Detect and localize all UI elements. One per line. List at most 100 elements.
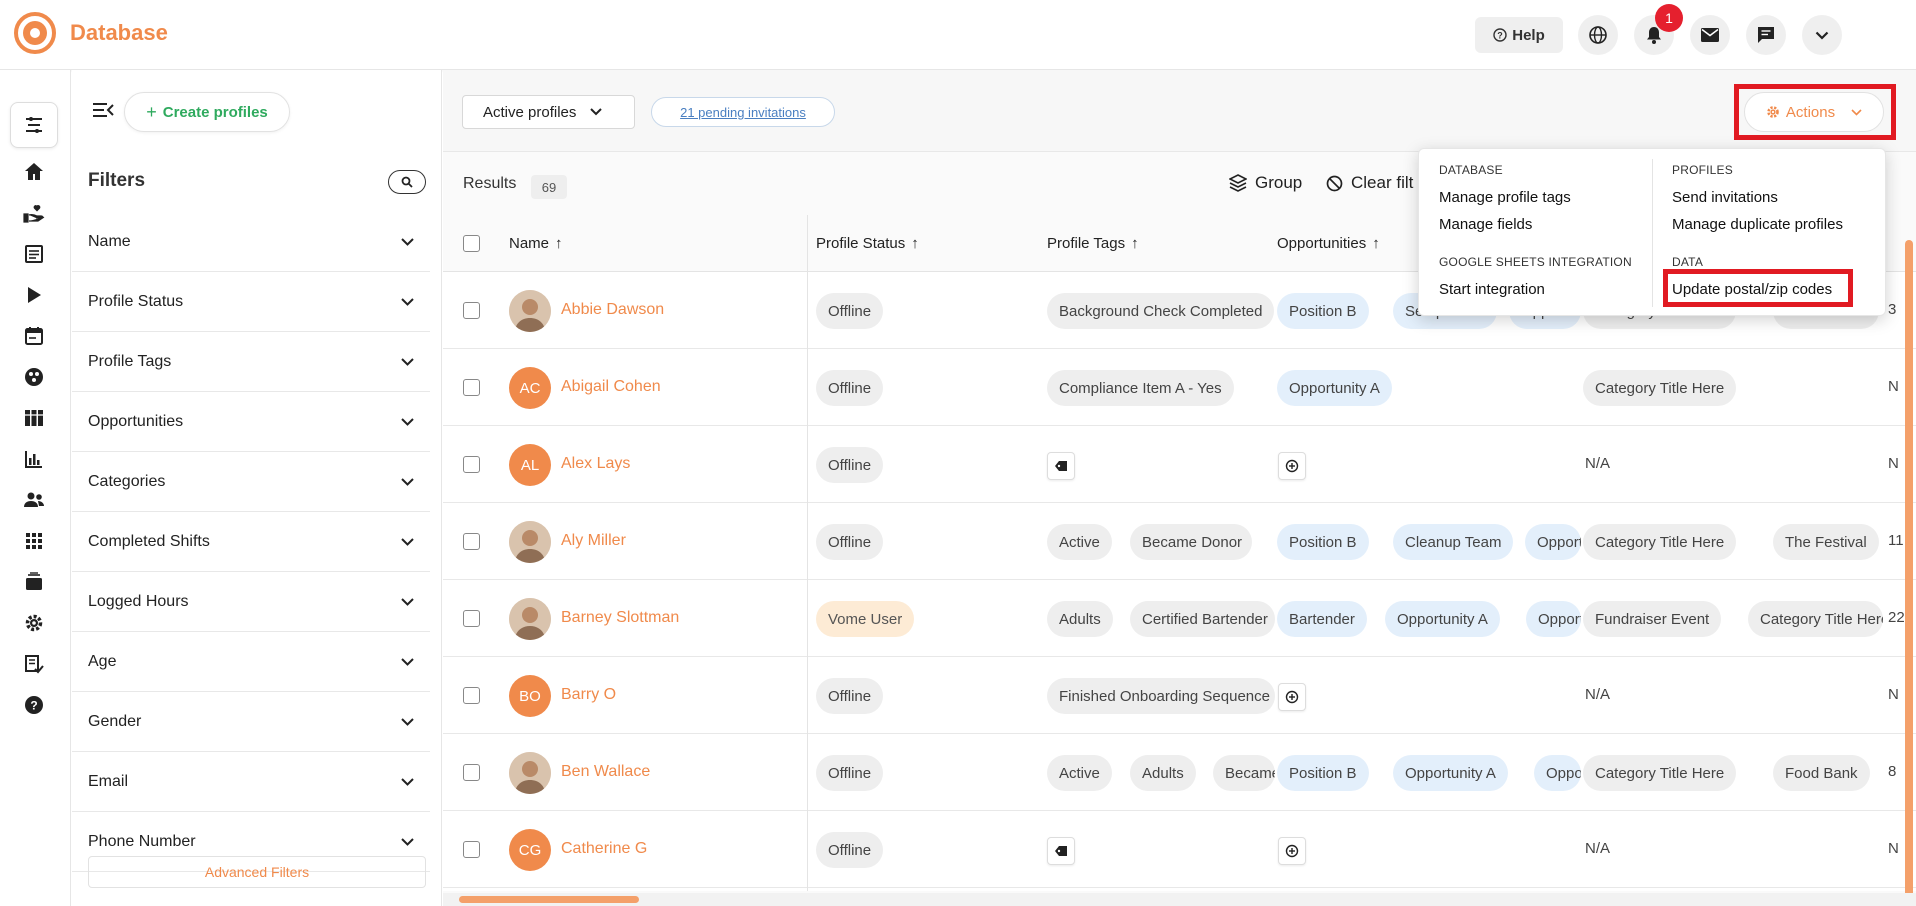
column-opportunities[interactable]: Opportunities ↑ <box>1277 235 1380 252</box>
table-row[interactable]: Ben Wallace Offline Active Adults Became Posi… <box>443 734 1916 811</box>
help-circle-icon[interactable]: ? <box>22 693 46 717</box>
row-checkbox[interactable] <box>463 610 480 627</box>
profile-tag-chip: Became Donor <box>1130 524 1252 560</box>
manage-duplicate-profiles-item[interactable]: Manage duplicate profiles <box>1672 216 1843 233</box>
status-badge: Offline <box>816 832 884 868</box>
apps-grid-icon[interactable] <box>22 529 46 553</box>
profile-name-link[interactable]: Barry O <box>561 686 616 704</box>
avatar[interactable] <box>509 598 551 640</box>
filter-item[interactable]: Profile Status <box>72 272 430 332</box>
send-invitations-item[interactable]: Send invitations <box>1672 189 1778 206</box>
profile-name-link[interactable]: Catherine G <box>561 840 647 858</box>
profile-name-link[interactable]: Barney Slottman <box>561 609 679 627</box>
profile-name-link[interactable]: Alex Lays <box>561 455 630 473</box>
filter-item[interactable]: Gender <box>72 692 430 752</box>
profile-name-link[interactable]: Abigail Cohen <box>561 378 661 396</box>
avatar[interactable]: AC <box>509 367 551 409</box>
filter-item[interactable]: Age <box>72 632 430 692</box>
horizontal-scrollbar-thumb[interactable] <box>459 896 639 903</box>
avatar[interactable] <box>509 752 551 794</box>
inbox-icon[interactable] <box>22 570 46 594</box>
row-checkbox[interactable] <box>463 533 480 550</box>
bar-chart-icon[interactable] <box>22 447 46 471</box>
filter-search-button[interactable] <box>388 170 426 194</box>
pending-invitations-link[interactable]: 21 pending invitations <box>651 97 835 127</box>
mail-button[interactable] <box>1690 15 1730 55</box>
avatar[interactable]: CG <box>509 829 551 871</box>
gear-icon[interactable] <box>22 611 46 635</box>
table-row[interactable]: Aly Miller Offline Active Became Donor Posit… <box>443 503 1916 580</box>
column-profile-tags[interactable]: Profile Tags ↑ <box>1047 235 1139 252</box>
advanced-filters-button[interactable]: Advanced Filters <box>88 856 426 888</box>
filter-item[interactable]: Email <box>72 752 430 812</box>
filter-item[interactable]: Name <box>72 212 430 272</box>
document-list-icon[interactable] <box>22 242 46 266</box>
profile-name-link[interactable]: Aly Miller <box>561 532 626 550</box>
chevron-down-icon <box>401 657 414 666</box>
table-row[interactable]: Barney Slottman Vome User Adults Certified … <box>443 580 1916 657</box>
profile-tag-chip: Active <box>1047 755 1112 791</box>
chat-button[interactable] <box>1746 15 1786 55</box>
table-row[interactable]: AL Alex Lays Offline N/A N <box>443 426 1916 503</box>
profile-name-link[interactable]: Abbie Dawson <box>561 301 664 319</box>
create-profiles-button[interactable]: + Create profiles <box>124 92 290 132</box>
globe-grid-icon[interactable] <box>22 365 46 389</box>
play-icon[interactable] <box>22 283 46 307</box>
avatar[interactable] <box>509 521 551 563</box>
manage-profile-tags-item[interactable]: Manage profile tags <box>1439 189 1571 206</box>
create-profiles-label: Create profiles <box>162 103 268 121</box>
chevron-down-icon <box>401 237 414 246</box>
add-tag-button[interactable] <box>1047 837 1075 865</box>
profile-name-link[interactable]: Ben Wallace <box>561 763 650 781</box>
column-name[interactable]: Name ↑ <box>509 235 563 252</box>
profile-status-select[interactable]: Active profiles <box>462 95 635 129</box>
status-badge: Offline <box>816 447 884 483</box>
add-opportunity-button[interactable] <box>1278 452 1306 480</box>
account-menu-button[interactable] <box>1802 15 1842 55</box>
vertical-scrollbar[interactable] <box>1905 240 1913 900</box>
add-opportunity-button[interactable] <box>1278 837 1306 865</box>
filter-item[interactable]: Logged Hours <box>72 572 430 632</box>
filter-item[interactable]: Categories <box>72 452 430 512</box>
row-checkbox[interactable] <box>463 379 480 396</box>
people-icon[interactable] <box>22 488 46 512</box>
help-circle-icon: ? <box>1493 28 1507 42</box>
start-integration-item[interactable]: Start integration <box>1439 281 1545 298</box>
avatar[interactable] <box>509 290 551 332</box>
checklist-icon[interactable] <box>22 652 46 676</box>
table-row[interactable]: BO Barry O Offline Finished Onboarding Sequ… <box>443 657 1916 734</box>
row-checkbox[interactable] <box>463 841 480 858</box>
table-row[interactable]: AC Abigail Cohen Offline Compliance Item A … <box>443 349 1916 426</box>
row-checkbox[interactable] <box>463 302 480 319</box>
rail-database-active[interactable] <box>10 102 58 148</box>
table-row[interactable]: CG Catherine G Offline N/A N <box>443 811 1916 888</box>
home-icon[interactable] <box>22 160 46 184</box>
clear-filters-label: Clear filt <box>1351 173 1414 192</box>
column-profile-status[interactable]: Profile Status ↑ <box>816 235 919 252</box>
avatar[interactable]: BO <box>509 675 551 717</box>
filter-item[interactable]: Completed Shifts <box>72 512 430 572</box>
kanban-icon[interactable] <box>22 406 46 430</box>
row-checkbox[interactable] <box>463 764 480 781</box>
categories-empty-value: N/A <box>1585 686 1611 703</box>
calendar-icon[interactable] <box>22 324 46 348</box>
column-status-label: Profile Status <box>816 235 906 252</box>
app-logo-icon[interactable] <box>14 12 56 54</box>
select-all-checkbox[interactable] <box>463 235 480 252</box>
collapse-menu-icon[interactable] <box>92 102 114 118</box>
category-chip: Food Bank <box>1773 755 1870 791</box>
language-button[interactable] <box>1578 15 1618 55</box>
add-opportunity-button[interactable] <box>1278 683 1306 711</box>
manage-fields-item[interactable]: Manage fields <box>1439 216 1532 233</box>
row-checkbox[interactable] <box>463 456 480 473</box>
group-button[interactable]: Group <box>1229 173 1302 193</box>
volunteer-icon[interactable] <box>22 201 46 225</box>
add-tag-button[interactable] <box>1047 452 1075 480</box>
avatar[interactable]: AL <box>509 444 551 486</box>
horizontal-scrollbar[interactable] <box>443 893 1916 906</box>
help-button[interactable]: ? Help <box>1475 17 1563 53</box>
clear-filters-button[interactable]: Clear filt <box>1326 173 1413 193</box>
row-checkbox[interactable] <box>463 687 480 704</box>
filter-item[interactable]: Opportunities <box>72 392 430 452</box>
filter-item[interactable]: Profile Tags <box>72 332 430 392</box>
